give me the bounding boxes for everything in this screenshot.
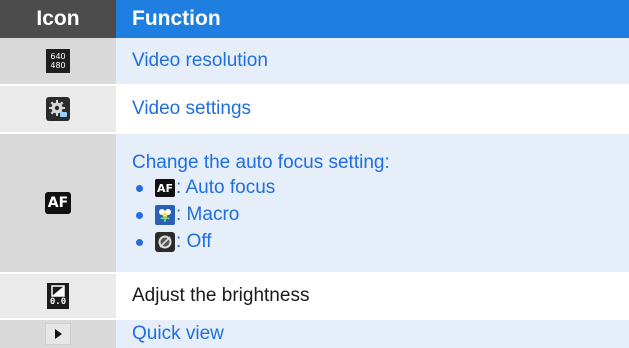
play-triangle-icon[interactable] (45, 323, 71, 345)
auto-focus-setting-link[interactable]: Change the auto focus setting: (132, 151, 629, 175)
video-resolution-link[interactable]: Video resolution (132, 49, 629, 73)
macro-flower-icon (155, 205, 175, 225)
video-resolution-icon[interactable]: 640 480 (46, 49, 70, 73)
list-item: AF : Auto focus (132, 175, 629, 202)
video-settings-gear-icon[interactable] (46, 97, 70, 121)
table-row: Video settings (0, 86, 629, 132)
auto-focus-options-list: AF : Auto focus : Macro: Off (132, 175, 629, 256)
auto-focus-icon: AF (155, 179, 175, 197)
focus-off-icon (155, 232, 175, 252)
table-header: Icon Function (0, 0, 629, 38)
bullet-icon (136, 238, 143, 246)
table-row: Quick view (0, 320, 629, 348)
bullet-icon (136, 211, 143, 219)
quick-view-link[interactable]: Quick view (132, 322, 629, 346)
icon-column-header: Icon (0, 0, 116, 38)
table-row: AF Change the auto focus setting: AF : A… (0, 134, 629, 272)
table-row: 0.0 Adjust the brightness (0, 274, 629, 318)
bullet-icon (136, 184, 143, 192)
brightness-label: Adjust the brightness (132, 285, 310, 306)
table-row: 640 480 Video resolution (0, 38, 629, 84)
function-column-header: Function (132, 7, 221, 30)
video-settings-link[interactable]: Video settings (132, 97, 629, 121)
list-item: : Macro (132, 202, 629, 229)
list-item: : Off (132, 229, 629, 256)
auto-focus-icon[interactable]: AF (45, 192, 71, 214)
brightness-icon[interactable]: 0.0 (47, 283, 69, 309)
